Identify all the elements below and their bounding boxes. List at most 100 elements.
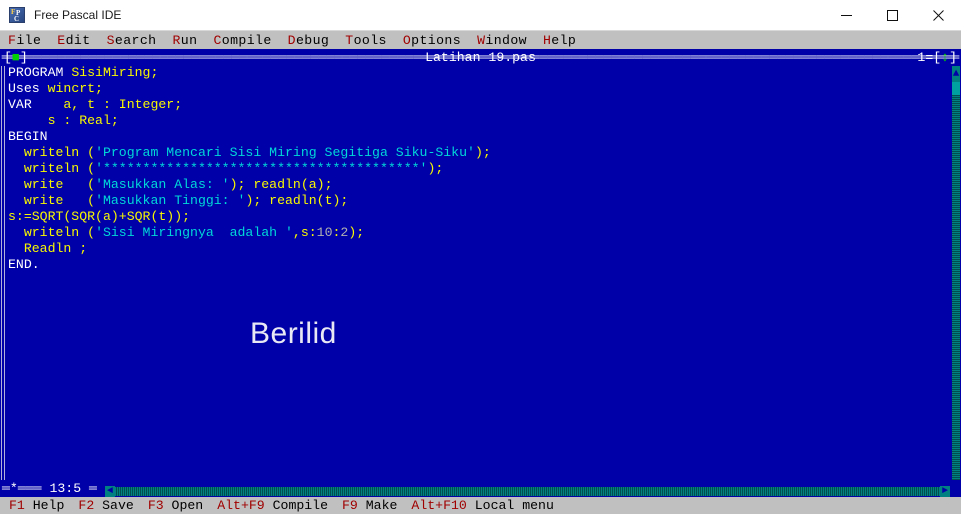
horizontal-scrollbar[interactable] — [105, 487, 941, 496]
code-token-id: ); — [427, 161, 444, 176]
code-token-id: write ( — [8, 177, 96, 192]
code-token-num: 10 — [316, 225, 333, 240]
scroll-right-arrow-icon[interactable]: ► — [940, 486, 950, 497]
code-token-id: a, t : Integer; — [39, 97, 183, 112]
code-token-id: writeln ( — [8, 225, 96, 240]
code-token-kw: PROGRAM — [8, 65, 72, 80]
code-token-id: writeln ( — [8, 161, 96, 176]
menu-item-help[interactable]: Help — [543, 33, 576, 48]
window-titlebar: FPC Free Pascal IDE — [0, 0, 961, 31]
code-line[interactable]: Uses wincrt; — [8, 81, 938, 97]
status-key-label: F2 — [78, 498, 95, 513]
code-token-id: s:=SQRT(SQR(a)+SQR(t)); — [8, 209, 191, 224]
status-action-make[interactable]: F9 Make — [342, 497, 397, 514]
menu-item-debug[interactable]: Debug — [288, 33, 330, 48]
menu-hotkey-letter: T — [345, 32, 354, 48]
code-line[interactable]: PROGRAM SisiMiring; — [8, 65, 938, 81]
code-token-kw: Uses — [8, 81, 48, 96]
code-token-kw: END. — [8, 257, 40, 272]
code-token-id: s : Real; — [8, 113, 119, 128]
minimize-button[interactable] — [823, 0, 869, 31]
code-token-id: ); readln(a); — [229, 177, 333, 192]
status-action-help[interactable]: F1 Help — [9, 497, 64, 514]
free-pascal-logo-icon: FPC — [9, 7, 25, 23]
menu-item-search[interactable]: Search — [107, 33, 157, 48]
code-token-str: '***************************************… — [95, 161, 428, 176]
menu-hotkey-letter: S — [106, 32, 115, 48]
code-line[interactable]: writeln ('******************************… — [8, 161, 938, 177]
menu-hotkey-letter: W — [477, 32, 486, 48]
status-bar: F1 Help F2 Save F3 Open Alt+F9 Compile F9 Ma… — [0, 497, 961, 514]
code-line[interactable]: END. — [8, 257, 938, 273]
editor-window-title: Latihan 19.pas — [425, 50, 536, 65]
menu-hotkey-letter: F — [8, 32, 17, 48]
status-action-label: Local menu — [466, 498, 554, 513]
scroll-left-arrow-icon[interactable]: ◄ — [105, 486, 115, 497]
window-title: Free Pascal IDE — [34, 8, 122, 22]
menu-item-edit[interactable]: Edit — [57, 33, 90, 48]
menu-hotkey-letter: D — [287, 32, 296, 48]
code-line[interactable]: s : Real; — [8, 113, 938, 129]
menu-item-tools[interactable]: Tools — [345, 33, 387, 48]
code-token-id: SisiMiring; — [71, 65, 159, 80]
menu-item-window[interactable]: Window — [477, 33, 527, 48]
editor-window-number[interactable]: 1=[↕] — [917, 49, 957, 66]
code-token-id: ); readln(t); — [245, 193, 349, 208]
status-key-label: Alt+F9 — [217, 498, 265, 513]
menu-bar: File Edit Search Run Compile Debug Tools Option… — [0, 31, 961, 49]
ide-desktop: ════════════════════════════════════════… — [0, 49, 961, 497]
menu-hotkey-letter: C — [213, 32, 222, 48]
code-token-id: writeln ( — [8, 145, 96, 160]
code-token-id: ,s: — [292, 225, 317, 240]
code-token-id: ); — [348, 225, 365, 240]
code-line[interactable]: writeln ('Sisi Miringnya adalah ',s:10:2… — [8, 225, 938, 241]
code-token-id: write ( — [8, 193, 96, 208]
code-line[interactable]: write ('Masukkan Alas: '); readln(a); — [8, 177, 938, 193]
menu-item-file[interactable]: File — [8, 33, 41, 48]
menu-item-options[interactable]: Options — [403, 33, 461, 48]
code-token-kw: VAR — [8, 97, 40, 112]
code-line[interactable]: writeln ('Program Mencari Sisi Miring Se… — [8, 145, 938, 161]
code-token-str: 'Masukkan Alas: ' — [95, 177, 230, 192]
status-key-label: F9 — [342, 498, 358, 513]
code-token-str: 'Masukkan Tinggi: ' — [95, 193, 246, 208]
code-line[interactable]: write ('Masukkan Tinggi: '); readln(t); — [8, 193, 938, 209]
code-line[interactable]: s:=SQRT(SQR(a)+SQR(t)); — [8, 209, 938, 225]
code-line[interactable]: VAR a, t : Integer; — [8, 97, 938, 113]
maximize-button[interactable] — [869, 0, 915, 31]
status-key-label: Alt+F10 — [411, 498, 467, 513]
code-editor-text[interactable]: PROGRAM SisiMiring; Uses wincrt; VAR a, t … — [8, 65, 938, 479]
scroll-up-arrow-icon[interactable]: ▲ — [952, 66, 960, 82]
editor-window: ════════════════════════════════════════… — [0, 49, 961, 497]
menu-hotkey-letter: E — [57, 32, 66, 48]
code-token-id: wincrt; — [47, 81, 103, 96]
status-action-label: Compile — [264, 498, 329, 513]
status-action-label: Open — [163, 498, 204, 513]
status-action-label: Help — [24, 498, 65, 513]
menu-item-run[interactable]: Run — [172, 33, 197, 48]
menu-hotkey-letter: H — [542, 32, 552, 48]
vertical-scrollbar-thumb[interactable] — [952, 82, 960, 95]
menu-hotkey-letter: R — [172, 32, 181, 48]
code-token-id: ); — [474, 145, 491, 160]
code-token-kw: BEGIN — [8, 129, 48, 144]
close-button[interactable] — [915, 0, 961, 31]
status-action-label: Save — [94, 498, 134, 513]
code-token-str: 'Program Mencari Sisi Miring Segitiga Si… — [95, 145, 475, 160]
status-action-save[interactable]: F2 Save — [78, 497, 133, 514]
status-key-label: F1 — [9, 498, 25, 513]
watermark-text: Berilid — [250, 317, 337, 350]
status-action-open[interactable]: F3 Open — [148, 497, 203, 514]
cursor-position-indicator: ═*═══ 13:5 ═ — [2, 481, 97, 496]
code-line[interactable]: Readln ; — [8, 241, 938, 257]
status-action-label: Make — [357, 498, 398, 513]
vertical-scrollbar[interactable] — [952, 66, 960, 480]
menu-item-compile[interactable]: Compile — [213, 33, 271, 48]
code-token-id: Readln ; — [8, 241, 88, 256]
editor-titlebar[interactable]: ════════════════════════════════════════… — [0, 49, 961, 66]
status-action-compile[interactable]: Alt+F9 Compile — [217, 497, 328, 514]
window-controls — [823, 0, 961, 31]
status-action-local-menu[interactable]: Alt+F10 Local menu — [411, 497, 553, 514]
code-line[interactable]: BEGIN — [8, 129, 938, 145]
status-key-label: F3 — [147, 498, 164, 513]
